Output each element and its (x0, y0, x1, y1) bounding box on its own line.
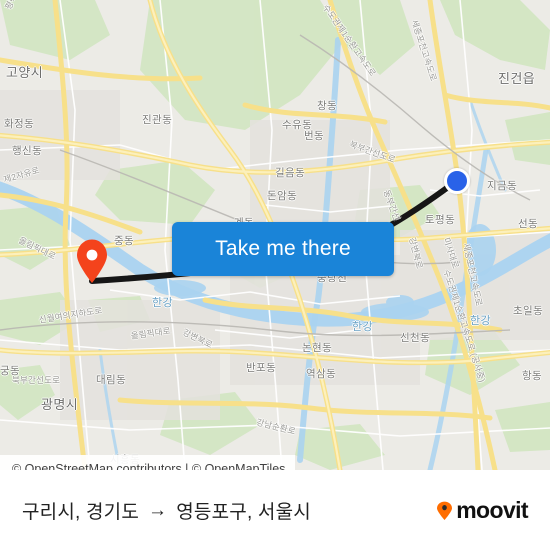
origin-dot-marker[interactable] (444, 168, 470, 194)
destination-pin-marker[interactable] (74, 238, 110, 284)
moovit-route-card: 고양시화정동행신동진관동수유동창동번동진건읍길음동돈암동계동중동지금동토평동선동… (0, 0, 550, 550)
footer-bar: 구리시, 경기도 → 영등포구, 서울시 moovit (0, 470, 550, 550)
moovit-wordmark: moovit (456, 497, 528, 523)
moovit-logo[interactable]: moovit (436, 497, 529, 524)
route-summary: 구리시, 경기도 → 영등포구, 서울시 (22, 497, 311, 524)
route-origin-label: 구리시, 경기도 (22, 502, 140, 523)
route-destination-label: 영등포구, 서울시 (176, 502, 311, 523)
map-canvas[interactable]: 고양시화정동행신동진관동수유동창동번동진건읍길음동돈암동계동중동지금동토평동선동… (0, 0, 550, 470)
map-attribution: © OpenStreetMap contributors | © OpenMap… (0, 455, 296, 470)
take-me-there-button[interactable]: Take me there (172, 222, 394, 276)
moovit-pin-icon (436, 501, 453, 521)
arrow-right-icon: → (148, 499, 168, 521)
